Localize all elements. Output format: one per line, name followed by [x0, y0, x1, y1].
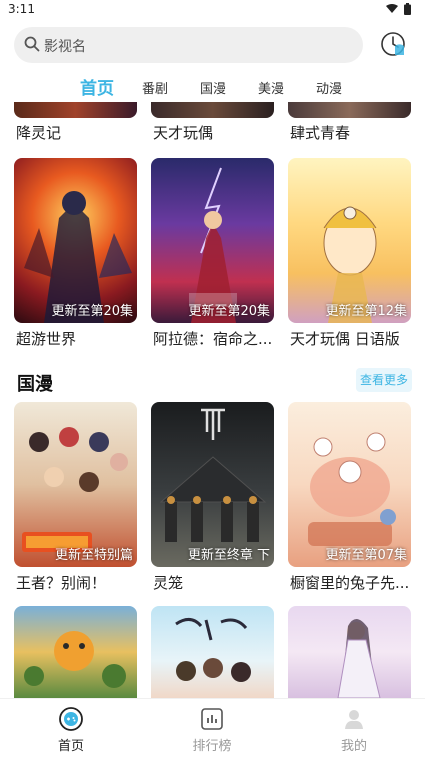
video-title: 天才玩偶 日语版 — [290, 330, 400, 348]
poster-art — [24, 191, 132, 323]
poster-image: 更新至第20集 — [14, 158, 137, 323]
status-bar: 3:11 — [0, 0, 425, 20]
nav-ranking-label: 排行榜 — [192, 739, 232, 754]
user-icon — [345, 710, 363, 729]
video-card[interactable]: 更新至第20集 阿拉德：宿命之... — [151, 158, 274, 348]
chart-icon — [201, 708, 223, 730]
poster-image — [288, 102, 411, 118]
poster-image — [288, 606, 411, 698]
tab-home[interactable]: 首页 — [80, 74, 114, 99]
section-title: 国漫 — [17, 374, 53, 395]
view-more-button[interactable]: 查看更多 — [356, 368, 412, 392]
poster-art — [24, 631, 126, 688]
video-card[interactable]: 肆式青春 — [288, 102, 411, 144]
poster-image: 更新至第07集 — [288, 402, 411, 567]
tab-fanju[interactable]: 番剧 — [142, 78, 168, 97]
poster-art — [337, 618, 381, 698]
bottom-nav: 首页 排行榜 我的 — [0, 698, 425, 757]
video-card[interactable]: 更新至特别篇 王者？别闹！ — [14, 402, 137, 592]
poster-image — [14, 606, 137, 698]
tab-dongman[interactable]: 动漫 — [316, 78, 342, 97]
episode-badge: 更新至第20集 — [51, 304, 133, 319]
video-title: 灵笼 — [153, 574, 184, 592]
video-card[interactable]: 更新至第07集 橱窗里的兔子先... — [288, 402, 411, 592]
status-time: 3:11 — [8, 2, 35, 16]
nav-ranking[interactable]: 排行榜 — [172, 699, 252, 757]
poster-image — [14, 102, 137, 118]
poster-art — [159, 408, 267, 542]
video-card[interactable] — [288, 606, 411, 698]
poster-art — [175, 618, 251, 682]
poster-art — [323, 206, 377, 323]
nav-profile[interactable]: 我的 — [314, 699, 394, 757]
poster-image: 更新至终章 下 — [151, 402, 274, 567]
poster-art — [308, 432, 396, 546]
category-tabs: 首页 番剧 国漫 美漫 动漫 — [0, 72, 425, 102]
search-icon — [24, 36, 40, 52]
history-clock-icon — [381, 32, 405, 56]
video-title: 天才玩偶 — [153, 124, 214, 142]
poster-image: 更新至第12集 — [288, 158, 411, 323]
video-title: 肆式青春 — [290, 124, 351, 142]
wifi-icon — [386, 4, 398, 13]
content-scroll[interactable]: 降灵记 天才玩偶 肆式青春 更新至第20集 超游世界 更新至第20集 阿拉德：宿… — [0, 102, 425, 698]
poster-image — [151, 102, 274, 118]
video-card[interactable] — [151, 606, 274, 698]
video-card[interactable]: 降灵记 — [14, 102, 137, 144]
poster-image: 更新至第20集 — [151, 158, 274, 323]
episode-badge: 更新至第07集 — [325, 548, 407, 563]
battery-icon — [404, 3, 411, 15]
poster-art — [22, 427, 128, 552]
tab-guoman[interactable]: 国漫 — [200, 78, 226, 97]
video-title: 橱窗里的兔子先... — [290, 574, 410, 592]
video-card[interactable] — [14, 606, 137, 698]
video-title: 阿拉德：宿命之... — [153, 330, 273, 348]
poster-image: 更新至特别篇 — [14, 402, 137, 567]
video-card[interactable]: 天才玩偶 — [151, 102, 274, 144]
episode-badge: 更新至第20集 — [188, 304, 270, 319]
video-card[interactable]: 更新至第20集 超游世界 — [14, 158, 137, 348]
nav-profile-label: 我的 — [340, 739, 367, 754]
episode-badge: 更新至特别篇 — [54, 548, 133, 563]
history-button[interactable] — [379, 30, 407, 58]
video-card[interactable]: 更新至第12集 天才玩偶 日语版 — [288, 158, 411, 348]
tab-meiman[interactable]: 美漫 — [258, 78, 284, 97]
video-title: 超游世界 — [16, 330, 77, 348]
nav-home[interactable]: 首页 — [31, 699, 111, 757]
status-icons — [386, 3, 411, 15]
video-card[interactable]: 更新至终章 下 灵笼 — [151, 402, 274, 592]
search-input[interactable]: 影视名 — [14, 27, 363, 63]
search-placeholder: 影视名 — [44, 39, 86, 55]
nav-home-label: 首页 — [57, 739, 84, 754]
poster-image — [151, 606, 274, 698]
gamepad-icon — [59, 707, 83, 731]
episode-badge: 更新至终章 下 — [187, 548, 270, 563]
video-title: 王者？别闹！ — [16, 574, 107, 592]
episode-badge: 更新至第12集 — [325, 304, 407, 319]
poster-art — [189, 167, 237, 323]
video-title: 降灵记 — [16, 124, 62, 142]
